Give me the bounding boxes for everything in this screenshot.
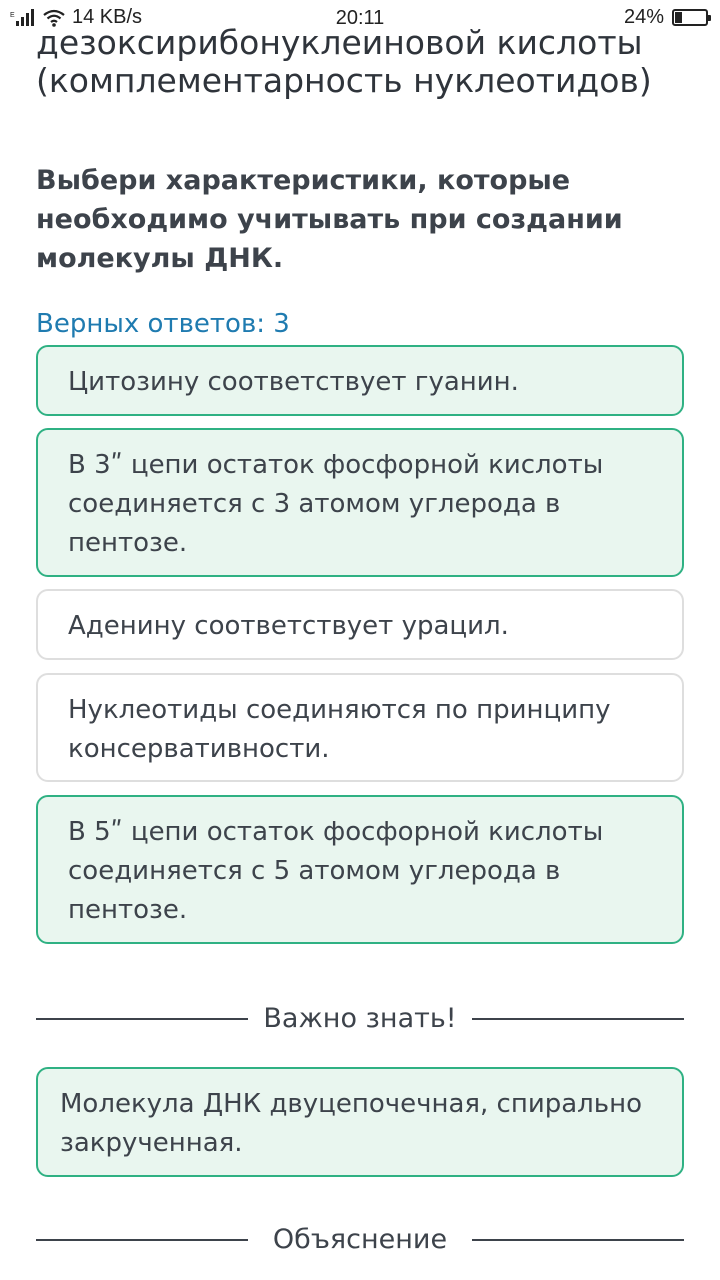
answer-option[interactable]: Аденину соответствует урацил. <box>36 589 684 660</box>
question-text: Выбери характеристики, которые необходим… <box>36 165 623 274</box>
divider-line <box>472 1018 684 1020</box>
answer-option-text: Нуклеотиды соединяются по принципу консе… <box>68 695 611 764</box>
status-time: 20:11 <box>335 7 385 29</box>
battery-icon <box>672 9 711 26</box>
explanation-divider[interactable]: Объяснение <box>36 1220 684 1260</box>
battery-percent: 24% <box>623 6 664 28</box>
status-bar: E 14 KB/s 20:11 24% <box>0 0 720 34</box>
answer-option[interactable]: В 5ʺ цепи остаток фосфорной кислоты соед… <box>36 795 684 944</box>
important-text: Молекула ДНК двуцепочечная, спирально за… <box>60 1089 643 1158</box>
answers-count: Верных ответов: 3 <box>36 309 290 339</box>
lesson-title: дезоксирибонуклеиновой кислоты (комплеме… <box>36 23 652 100</box>
battery-level <box>675 12 682 23</box>
answer-option[interactable]: Нуклеотиды соединяются по принципу консе… <box>36 673 684 782</box>
status-right: 24% <box>623 6 711 29</box>
important-divider: Важно знать! <box>36 999 684 1039</box>
answer-option[interactable]: Цитозину соответствует гуанин. <box>36 345 684 416</box>
answer-option-text: В 3ʺ цепи остаток фосфорной кислоты соед… <box>68 450 604 558</box>
answer-option-text: В 5ʺ цепи остаток фосфорной кислоты соед… <box>68 817 604 925</box>
divider-line <box>472 1239 684 1241</box>
answer-option-text: Цитозину соответствует гуанин. <box>68 367 519 397</box>
answer-option-text: Аденину соответствует урацил. <box>68 611 509 641</box>
important-info-box: Молекула ДНК двуцепочечная, спирально за… <box>36 1067 684 1177</box>
answer-option[interactable]: В 3ʺ цепи остаток фосфорной кислоты соед… <box>36 428 684 577</box>
